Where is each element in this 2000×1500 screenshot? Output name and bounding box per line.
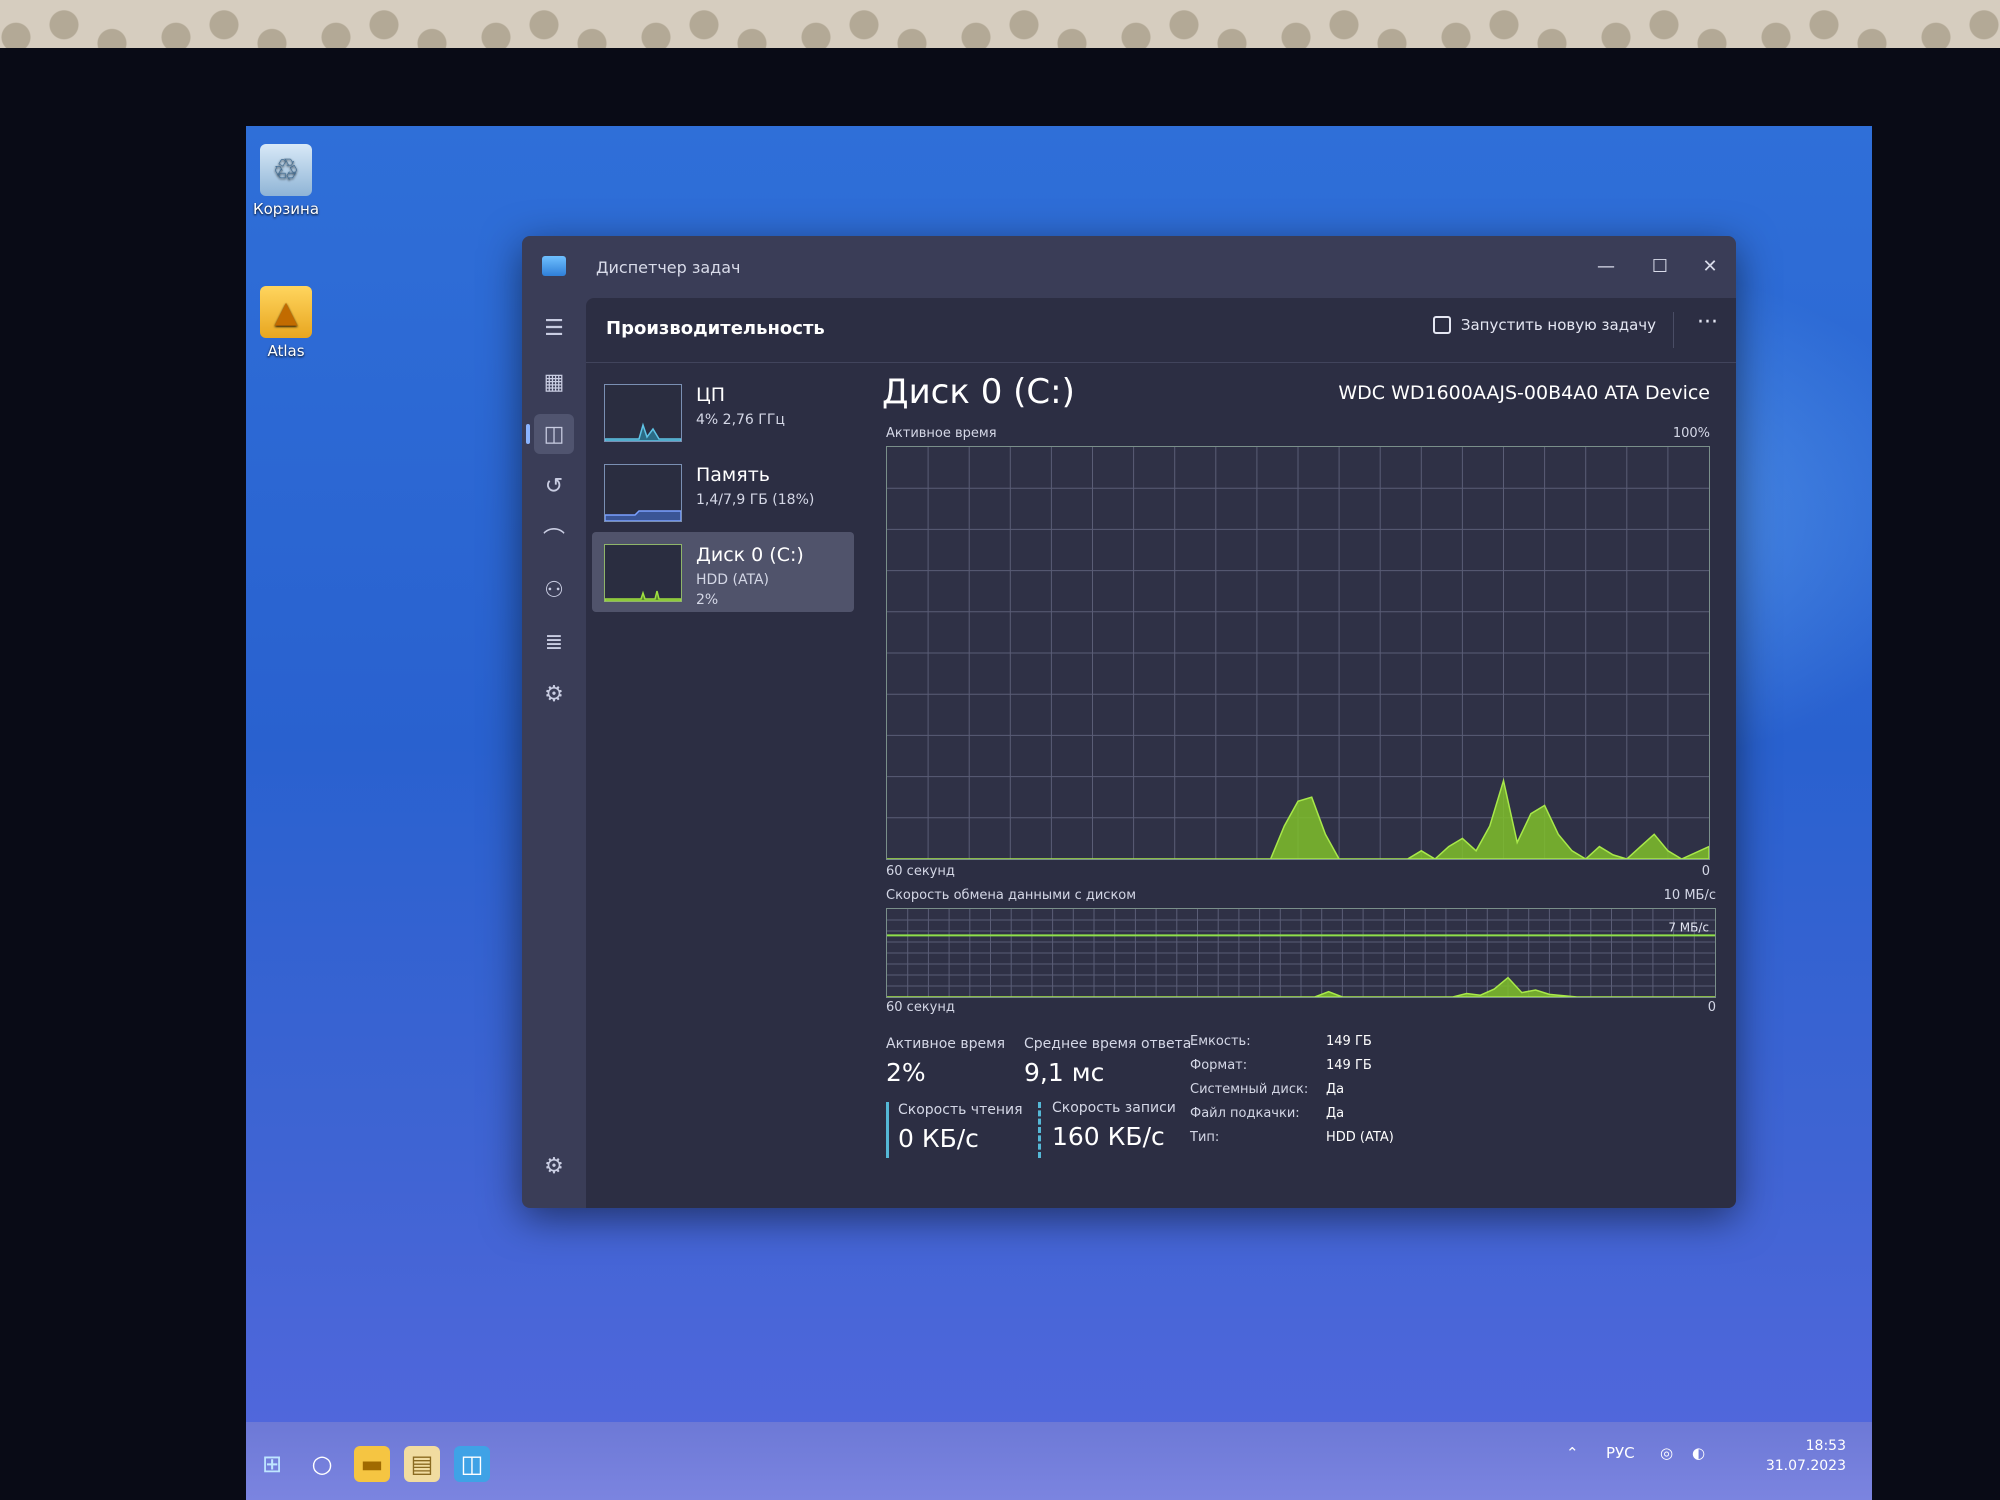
services-icon[interactable]: ⚙ [534,674,574,714]
app-history-icon[interactable]: ↺ [534,466,574,506]
startup-apps-icon[interactable]: ⌒ [534,518,574,558]
disk-thumbnail [604,544,682,602]
performance-page: Производительность Запустить новую задач… [586,298,1736,1208]
system-disk-label: Системный диск: [1190,1082,1309,1097]
device-name: Память [696,464,770,486]
device-item-memory[interactable]: Память 1,4/7,9 ГБ (18%) [592,452,854,532]
device-name: ЦП [696,384,726,406]
file-explorer-icon[interactable]: ▬ [354,1446,390,1482]
type-label: Тип: [1190,1130,1220,1145]
nav-rail: ☰ ▦ ◫ ↺ ⌒ ⚇ ≣ ⚙ ⚙ [522,298,586,1208]
task-manager-taskbar-icon[interactable]: ◫ [454,1446,490,1482]
device-item-disk[interactable]: Диск 0 (C:) HDD (ATA) 2% [592,532,854,612]
settings-icon[interactable]: ⚙ [534,1146,574,1186]
more-options-button[interactable]: ··· [1697,310,1718,335]
format-value: 149 ГБ [1326,1058,1372,1073]
disk-details: Диск 0 (C:) WDC WD1600AAJS-00B4A0 ATA De… [882,372,1722,1192]
device-stats: 1,4/7,9 ГБ (18%) [696,492,815,508]
transfer-graph-max: 10 МБ/с [1663,888,1716,903]
system-disk-value: Да [1326,1082,1345,1097]
volume-icon[interactable]: ◐ [1692,1444,1705,1462]
device-usage: 2% [696,592,719,608]
device-type: HDD (ATA) [696,572,769,588]
transfer-marker-label: 7 МБ/с [1668,920,1709,934]
chevron-up-icon[interactable]: ⌃ [1566,1444,1579,1462]
device-stats: 4% 2,76 ГГц [696,412,785,428]
cpu-thumbnail [604,384,682,442]
avg-response-stat-label: Среднее время ответа [1024,1036,1192,1052]
active-time-graph [886,446,1710,860]
active-time-graph-xlabel: 60 секунд [886,864,955,879]
desktop-icon-recycle-bin[interactable]: ♲ Корзина [246,144,326,218]
device-list: ЦП 4% 2,76 ГГц Память 1,4/7,9 ГБ (18%) Д… [586,372,866,612]
device-item-cpu[interactable]: ЦП 4% 2,76 ГГц [592,372,854,452]
write-speed-stat-label: Скорость записи [1052,1100,1176,1116]
task-manager-icon [542,256,566,276]
transfer-graph-min: 0 [1707,1000,1716,1015]
window-title: Диспетчер задач [596,258,741,277]
page-file-value: Да [1326,1106,1345,1121]
details-icon[interactable]: ≣ [534,622,574,662]
active-time-stat-label: Активное время [886,1036,1006,1052]
page-file-label: Файл подкачки: [1190,1106,1300,1121]
close-button[interactable]: ✕ [1690,250,1730,282]
users-icon[interactable]: ⚇ [534,570,574,610]
active-time-stat-value: 2% [886,1058,926,1087]
read-speed-legend-bar [886,1102,889,1158]
avg-response-stat-value: 9,1 мс [1024,1058,1105,1087]
hamburger-menu-icon[interactable]: ☰ [534,308,574,348]
desktop-icon-label: Atlas [267,342,305,360]
disk-title: Диск 0 (C:) [882,372,1075,412]
disk-model: WDC WD1600AAJS-00B4A0 ATA Device [1338,382,1710,404]
capacity-value: 149 ГБ [1326,1034,1372,1049]
clock-date: 31.07.2023 [1765,1458,1846,1474]
network-icon[interactable]: ◎ [1660,1444,1673,1462]
device-name: Диск 0 (C:) [696,544,804,566]
transfer-rate-graph: 7 МБ/с [886,908,1716,998]
run-task-icon [1432,316,1451,334]
recycle-bin-icon: ♲ [260,144,312,196]
desktop: ♲ Корзина ▲ Atlas Диспетчер задач — ☐ ✕ … [246,126,1872,1500]
clock-time: 18:53 [1805,1438,1846,1454]
transfer-graph-xlabel: 60 секунд [886,1000,955,1015]
type-value: HDD (ATA) [1326,1130,1394,1145]
write-speed-stat-value: 160 КБ/с [1052,1122,1165,1151]
active-time-graph-label: Активное время [886,426,997,441]
run-task-label: Запустить новую задачу [1460,316,1656,334]
format-label: Формат: [1190,1058,1248,1073]
memory-thumbnail [604,464,682,522]
active-time-chart [887,447,1709,859]
header-divider [1673,312,1674,348]
maximize-button[interactable]: ☐ [1640,250,1680,282]
clock[interactable]: 18:53 31.07.2023 [1766,1436,1846,1476]
read-speed-stat-label: Скорость чтения [898,1102,1023,1118]
processes-icon[interactable]: ▦ [534,362,574,402]
language-indicator[interactable]: РУС [1606,1444,1635,1462]
task-manager-window: Диспетчер задач — ☐ ✕ ☰ ▦ ◫ ↺ ⌒ ⚇ ≣ ⚙ ⚙ … [522,236,1736,1208]
page-title: Производительность [606,318,825,339]
desktop-icon-atlas[interactable]: ▲ Atlas [246,286,326,360]
page-header: Производительность Запустить новую задач… [586,298,1736,363]
run-new-task-button[interactable]: Запустить новую задачу [1432,316,1656,334]
minimize-button[interactable]: — [1586,250,1626,282]
active-time-graph-max: 100% [1672,426,1710,441]
capacity-label: Емкость: [1190,1034,1251,1049]
folder-app-icon[interactable]: ▤ [404,1446,440,1482]
transfer-rate-chart: 7 МБ/с [887,909,1715,997]
active-time-graph-min: 0 [1701,864,1710,879]
device-stats: HDD (ATA) 2% [696,570,769,610]
taskbar: ⊞ ○ ▬ ▤ ◫ ⌃ РУС ◎ ◐ 18:53 31.07.2023 [246,1422,1872,1500]
start-windows-icon[interactable]: ⊞ [254,1446,290,1482]
desktop-icon-label: Корзина [252,200,320,218]
write-speed-legend-bar [1038,1102,1044,1158]
performance-icon[interactable]: ◫ [526,414,574,454]
search-icon[interactable]: ○ [304,1446,340,1482]
read-speed-stat-value: 0 КБ/с [898,1124,979,1153]
folder-icon: ▲ [260,286,312,338]
titlebar: Диспетчер задач — ☐ ✕ [522,236,1736,298]
transfer-graph-label: Скорость обмена данными с диском [886,888,1137,903]
